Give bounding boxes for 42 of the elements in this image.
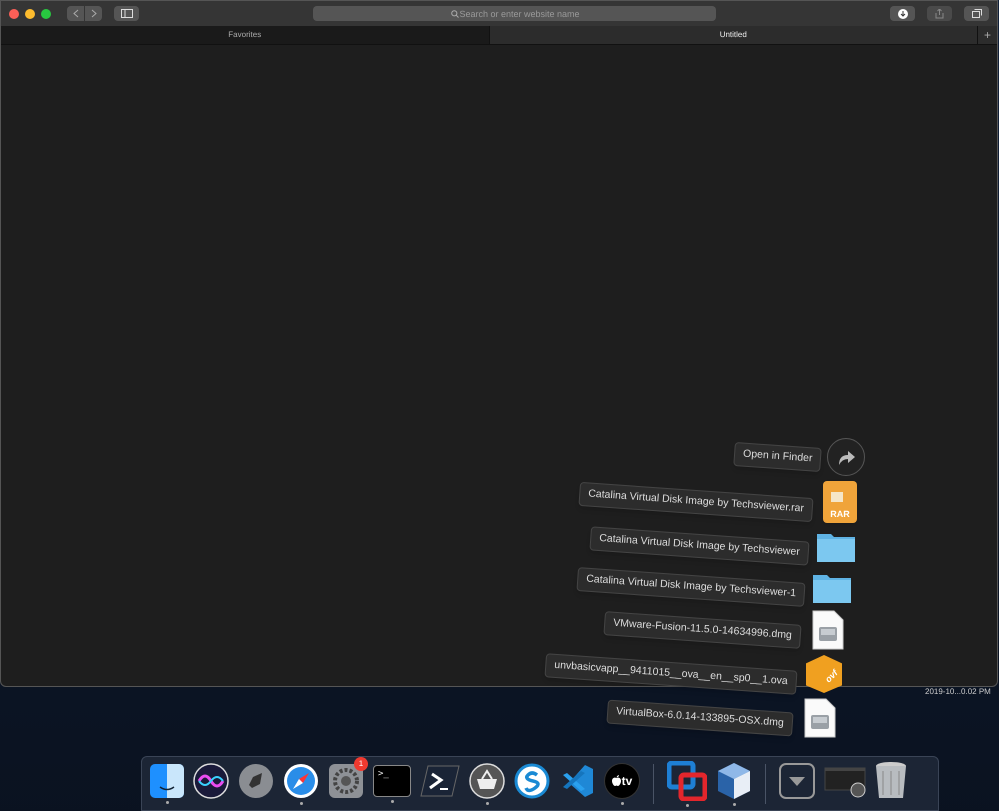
share-icon bbox=[935, 8, 944, 18]
chevron-right-icon bbox=[90, 9, 96, 18]
zoom-icon[interactable] bbox=[41, 8, 51, 18]
tv-label: tv bbox=[622, 772, 632, 790]
gear-icon[interactable] bbox=[328, 762, 364, 798]
disk-image-icon bbox=[812, 610, 844, 650]
terminal-icon[interactable]: >_ bbox=[373, 764, 411, 796]
notification-badge: 1 bbox=[354, 756, 368, 770]
archive-label: RAR bbox=[830, 510, 850, 519]
stack-icon[interactable] bbox=[779, 762, 815, 798]
close-icon[interactable] bbox=[9, 8, 19, 18]
timestamp: 2019-10...0.02 PM bbox=[925, 686, 991, 698]
new-tab-button[interactable]: + bbox=[978, 26, 997, 44]
minimize-icon[interactable] bbox=[25, 8, 35, 18]
cube-label: ovf bbox=[823, 668, 840, 684]
tv-app-button[interactable]: tv bbox=[604, 762, 640, 798]
orb-icon[interactable] bbox=[193, 762, 229, 798]
tab[interactable]: Untitled bbox=[490, 26, 978, 44]
prompt-icon[interactable] bbox=[420, 764, 460, 798]
back-button[interactable] bbox=[67, 6, 84, 21]
sidebar-button[interactable] bbox=[114, 6, 139, 21]
tabs-icon bbox=[972, 9, 982, 18]
share-button[interactable] bbox=[927, 6, 952, 21]
cube-icon[interactable] bbox=[716, 762, 752, 800]
tabs-overview-button[interactable] bbox=[964, 6, 989, 21]
curved-arrow-icon bbox=[837, 449, 855, 465]
tab[interactable]: Favorites bbox=[1, 26, 490, 44]
chevron-left-icon bbox=[72, 9, 78, 18]
squares-icon[interactable] bbox=[667, 760, 707, 800]
forward-button[interactable] bbox=[85, 6, 102, 21]
search-icon bbox=[451, 10, 459, 18]
cloud-s-icon[interactable] bbox=[514, 762, 550, 798]
basket-icon[interactable] bbox=[469, 762, 505, 798]
downloads-button[interactable] bbox=[890, 6, 915, 21]
apple-icon bbox=[612, 775, 621, 786]
sidebar-icon bbox=[120, 9, 132, 18]
trash-icon[interactable] bbox=[875, 760, 907, 800]
disk-image-icon bbox=[804, 698, 836, 738]
download-icon bbox=[898, 8, 908, 18]
search-field[interactable]: Search or enter website name bbox=[313, 6, 716, 21]
compass-icon[interactable] bbox=[283, 762, 319, 798]
face-icon[interactable] bbox=[150, 764, 184, 798]
